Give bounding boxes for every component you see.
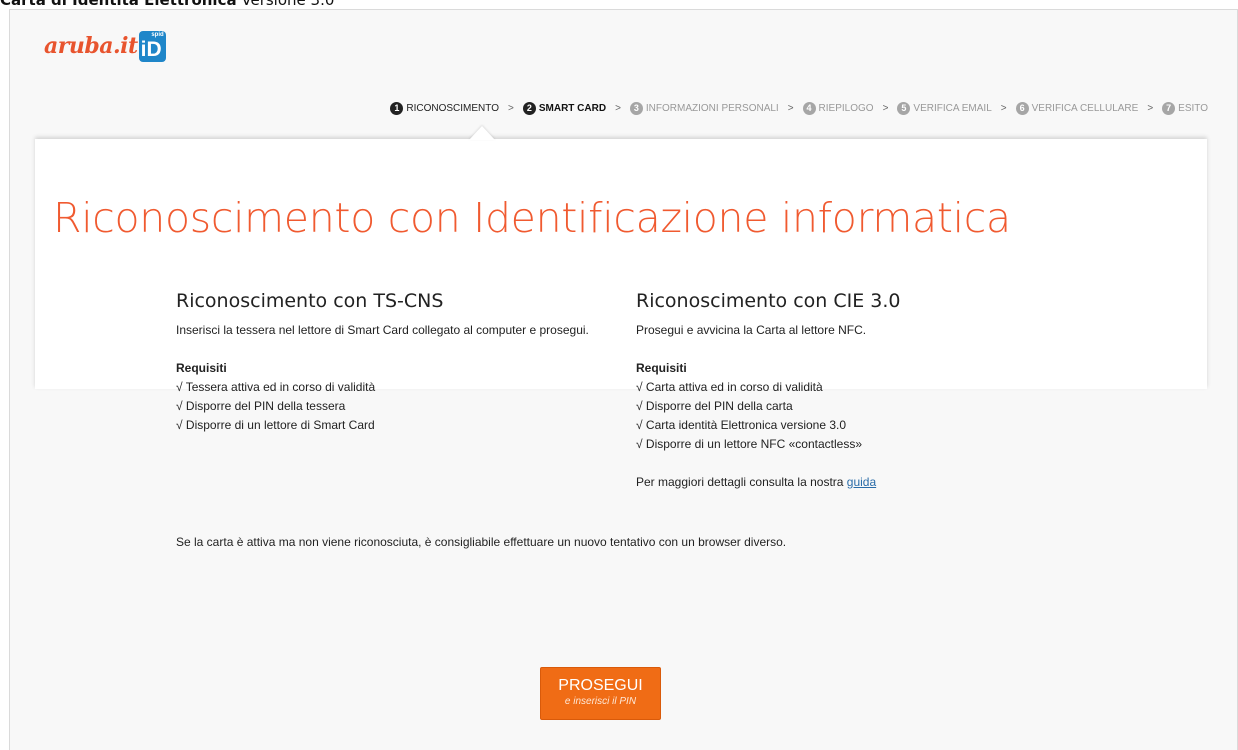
window-title-rest: Versione 3.0	[241, 0, 335, 9]
prosegui-button[interactable]: PROSEGUI e inserisci il PIN	[540, 667, 661, 720]
active-step-pointer	[469, 126, 495, 140]
requirement-item: √ Disporre di un lettore NFC «contactles…	[636, 437, 863, 451]
step-label: RIEPILOGO	[818, 102, 874, 114]
logo-badge-small: spid	[151, 31, 164, 38]
step-separator: >	[882, 102, 889, 114]
ts-cns-section: Riconoscimento con TS-CNS Inserisci la t…	[176, 289, 616, 435]
browser-note: Se la carta è attiva ma non viene ricono…	[176, 535, 787, 549]
progress-steps: 1 RICONOSCIMENTO > 2 SMART CARD > 3 INFO…	[390, 100, 1208, 116]
spid-id-badge: spid iD	[138, 30, 166, 62]
step-label: RICONOSCIMENTO	[406, 102, 499, 114]
step-separator: >	[508, 102, 514, 114]
step-separator: >	[615, 102, 621, 114]
more-details-text: Per maggiori dettagli consulta la nostra	[636, 475, 847, 489]
step-label: VERIFICA CELLULARE	[1031, 102, 1139, 114]
button-sublabel: e inserisci il PIN	[564, 696, 637, 707]
step-label: SMART CARD	[538, 102, 607, 114]
aruba-spid-logo[interactable]: aruba.it spid iD	[44, 30, 166, 62]
step-verifica-email: 5 VERIFICA EMAIL	[897, 101, 992, 115]
step-separator: >	[787, 102, 794, 114]
window-title-bold: Carta di Identità Elettronica	[0, 0, 237, 9]
requirement-item: √ Disporre del PIN della tessera	[176, 399, 346, 413]
step-riconoscimento: 1 RICONOSCIMENTO	[390, 101, 499, 115]
page-title: Riconoscimento con Identificazione infor…	[53, 194, 1011, 242]
requirement-item: √ Carta identità Elettronica versione 3.…	[636, 418, 847, 432]
cie-requirements: √ Carta attiva ed in corso di validità √…	[636, 378, 1076, 454]
cie-section: Riconoscimento con CIE 3.0 Prosegui e av…	[636, 289, 1076, 492]
step-number: 4	[802, 101, 816, 115]
step-separator: >	[1000, 102, 1007, 114]
step-verifica-cellulare: 6 VERIFICA CELLULARE	[1015, 101, 1139, 115]
cie-intro: Prosegui e avvicina la Carta al lettore …	[636, 323, 867, 337]
step-number: 5	[897, 101, 911, 115]
main-content: Riconoscimento con Identificazione infor…	[35, 139, 1207, 748]
step-number: 3	[629, 101, 643, 115]
button-label: PROSEGUI	[558, 677, 643, 694]
step-informazioni-personali: 3 INFORMAZIONI PERSONALI	[629, 101, 779, 115]
guide-link[interactable]: guida	[847, 475, 876, 489]
logo-brand: aruba.it	[44, 33, 138, 59]
step-riepilogo: 4 RIEPILOGO	[802, 101, 874, 115]
ts-cns-heading: Riconoscimento con TS-CNS	[176, 290, 444, 312]
step-smart-card: 2 SMART CARD	[522, 101, 607, 115]
requirement-item: √ Disporre di un lettore di Smart Card	[176, 418, 375, 432]
requirement-item: √ Tessera attiva ed in corso di validità	[176, 380, 376, 394]
step-label: INFORMAZIONI PERSONALI	[645, 102, 779, 114]
step-number: 7	[1162, 101, 1176, 115]
step-number: 6	[1015, 101, 1029, 115]
requirement-item: √ Disporre del PIN della carta	[636, 399, 793, 413]
cie-requirements-title: Requisiti	[636, 361, 687, 375]
cie-heading: Riconoscimento con CIE 3.0	[636, 290, 901, 312]
step-label: VERIFICA EMAIL	[913, 102, 992, 114]
ts-cns-requirements: √ Tessera attiva ed in corso di validità…	[176, 378, 616, 435]
logo-badge-big: iD	[140, 37, 162, 61]
window-title: Carta di Identità Elettronica Versione 3…	[0, 0, 335, 9]
more-details: Per maggiori dettagli consulta la nostra…	[636, 473, 1076, 492]
step-separator: >	[1147, 102, 1154, 114]
step-label: ESITO	[1178, 102, 1208, 114]
ts-cns-intro: Inserisci la tessera nel lettore di Smar…	[176, 323, 589, 337]
step-number: 1	[390, 101, 404, 115]
step-esito: 7 ESITO	[1162, 101, 1208, 115]
requirement-item: √ Carta attiva ed in corso di validità	[636, 380, 823, 394]
step-number: 2	[522, 101, 536, 115]
ts-cns-requirements-title: Requisiti	[176, 361, 227, 375]
